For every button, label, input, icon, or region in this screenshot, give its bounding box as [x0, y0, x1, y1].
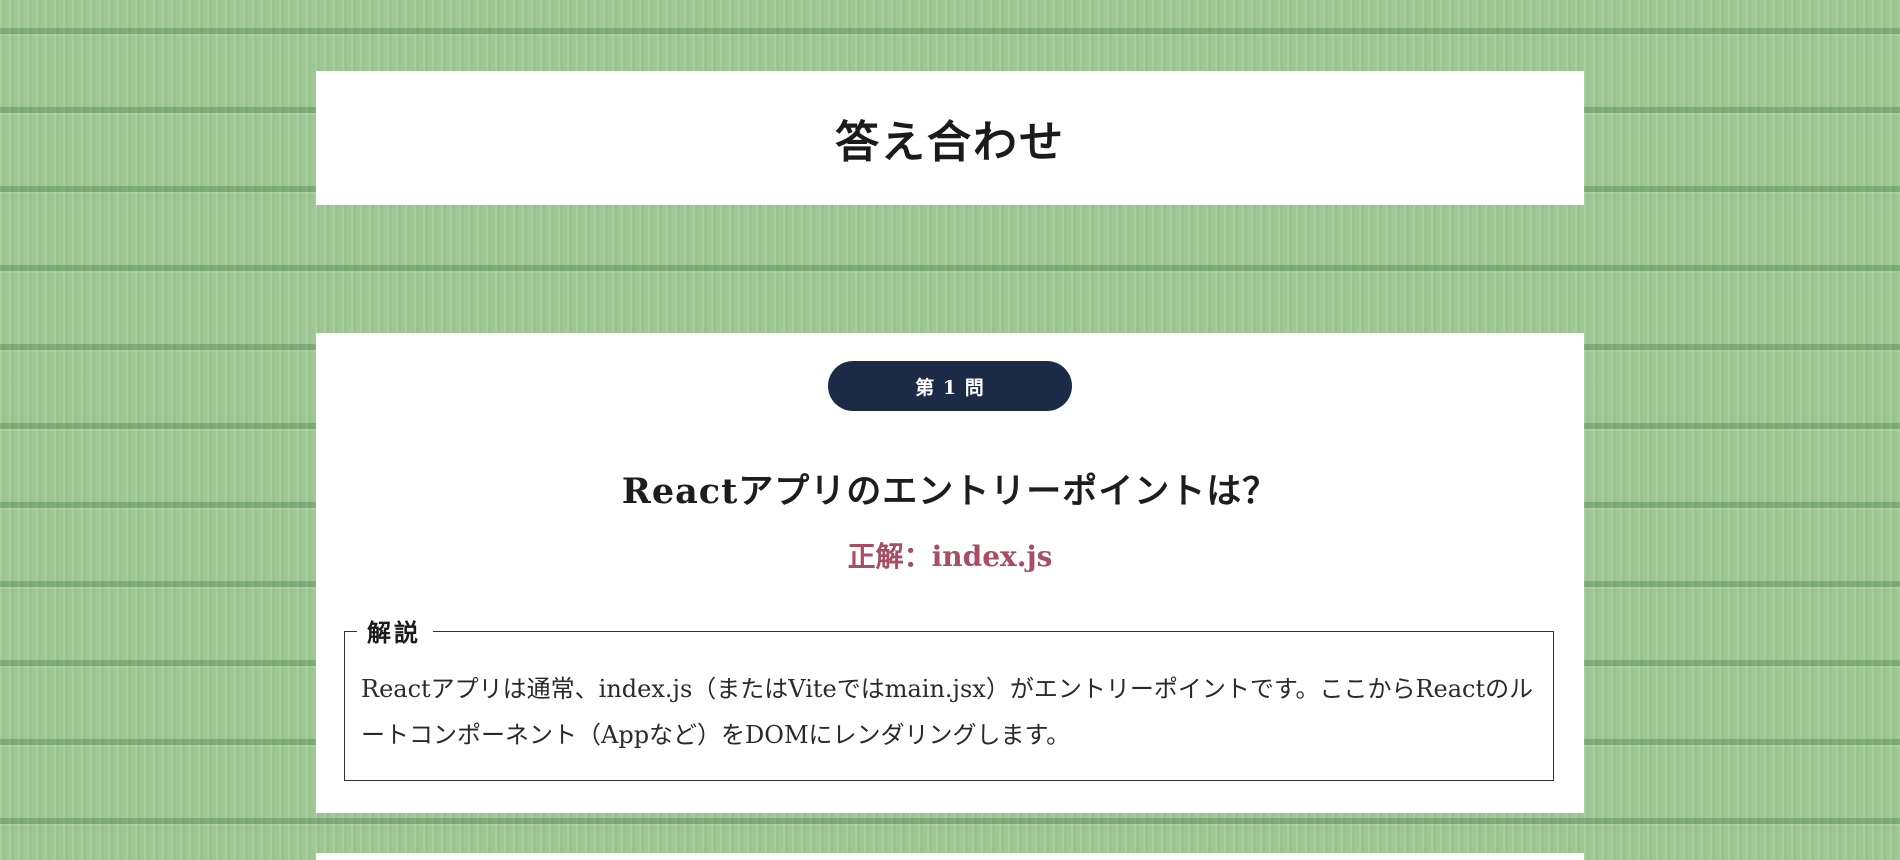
explanation-text: Reactアプリは通常、index.js（またはViteではmain.jsx）が… — [361, 675, 1534, 749]
question-number-badge: 第 1 問 — [828, 361, 1072, 411]
explanation-box: 解説 Reactアプリは通常、index.js（またはViteではmain.js… — [344, 618, 1554, 781]
explanation-legend: 解説 — [357, 618, 433, 648]
question-card: 第 1 問 Reactアプリのエントリーポイントは？ 正解：index.js 解… — [316, 333, 1584, 813]
question-text: Reactアプリのエントリーポイントは？ — [621, 471, 1279, 512]
next-question-card — [316, 853, 1584, 860]
correct-answer: 正解：index.js — [847, 540, 1053, 573]
header-card: 答え合わせ — [316, 71, 1584, 205]
page-title: 答え合わせ — [835, 117, 1065, 168]
